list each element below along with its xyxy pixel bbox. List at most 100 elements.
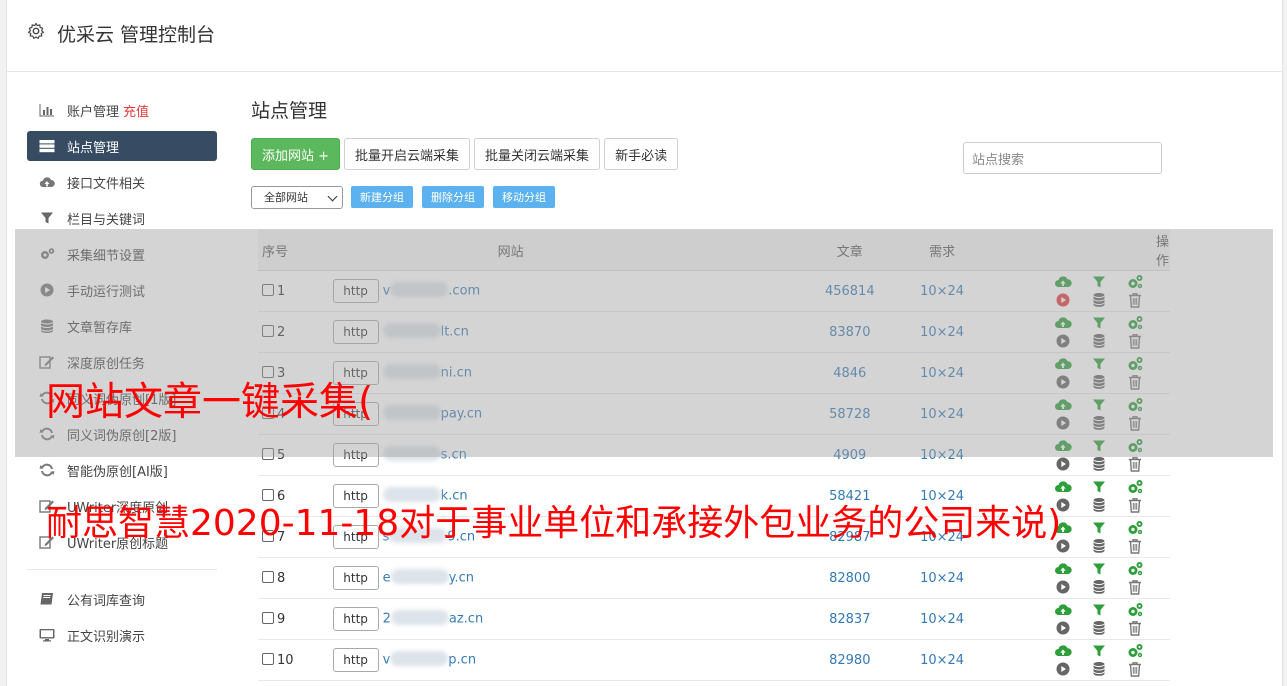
play-circle-icon[interactable] [1054, 332, 1072, 350]
site-domain-prefix[interactable]: e [383, 571, 391, 586]
filter-icon[interactable] [1090, 519, 1108, 537]
database-icon[interactable] [1090, 455, 1108, 473]
filter-icon[interactable] [1090, 396, 1108, 414]
sidebar-item-1[interactable]: 站点管理 [27, 131, 217, 161]
database-icon[interactable] [1090, 291, 1108, 309]
site-domain[interactable]: az.cn [449, 612, 483, 627]
batch-disable-button[interactable]: 批量关闭云端采集 [474, 138, 601, 170]
cogs-icon[interactable] [1126, 314, 1144, 332]
trash-icon[interactable] [1126, 578, 1144, 596]
row-checkbox[interactable] [262, 447, 274, 460]
row-checkbox[interactable] [262, 324, 274, 337]
article-count[interactable]: 82837 [803, 598, 897, 640]
database-icon[interactable] [1090, 414, 1108, 432]
protocol-badge[interactable]: http [332, 320, 379, 344]
cloud-upload-icon[interactable] [1054, 314, 1072, 332]
cloud-upload-icon[interactable] [1054, 355, 1072, 373]
demand-value[interactable]: 10×24 [896, 557, 988, 599]
site-domain[interactable]: s.cn [441, 448, 467, 463]
cloud-upload-icon[interactable] [1054, 437, 1072, 455]
play-circle-icon[interactable] [1054, 455, 1072, 473]
protocol-badge[interactable]: http [332, 566, 379, 590]
protocol-badge[interactable]: http [332, 607, 379, 631]
play-circle-icon[interactable] [1054, 291, 1072, 309]
site-search-input[interactable]: 站点搜索 [963, 142, 1162, 174]
protocol-badge[interactable]: http [332, 443, 379, 467]
filter-icon[interactable] [1090, 560, 1108, 578]
cogs-icon[interactable] [1126, 560, 1144, 578]
article-count[interactable]: 82800 [803, 557, 897, 599]
cogs-icon[interactable] [1126, 273, 1144, 291]
recharge-link[interactable]: 充值 [123, 101, 149, 120]
cloud-upload-icon[interactable] [1054, 273, 1072, 291]
sidebar-item-3[interactable]: 栏目与关键词 [27, 203, 217, 233]
site-domain[interactable]: pay.cn [441, 407, 483, 422]
demand-value[interactable]: 10×24 [896, 393, 988, 435]
delete-group-button[interactable]: 删除分组 [422, 186, 484, 208]
database-icon[interactable] [1090, 537, 1108, 555]
row-checkbox[interactable] [262, 611, 274, 624]
article-count[interactable]: 456814 [803, 270, 897, 312]
sidebar-item-5[interactable]: 手动运行测试 [27, 275, 217, 305]
play-circle-icon[interactable] [1054, 619, 1072, 637]
filter-icon[interactable] [1090, 273, 1108, 291]
protocol-badge[interactable]: http [332, 648, 379, 672]
site-domain[interactable]: ni.cn [441, 366, 472, 381]
database-icon[interactable] [1090, 619, 1108, 637]
filter-icon[interactable] [1090, 601, 1108, 619]
filter-icon[interactable] [1090, 642, 1108, 660]
site-domain-prefix[interactable]: v [383, 284, 391, 299]
trash-icon[interactable] [1126, 660, 1144, 678]
new-group-button[interactable]: 新建分组 [351, 186, 413, 208]
cogs-icon[interactable] [1126, 478, 1144, 496]
guide-button[interactable]: 新手必读 [604, 138, 679, 170]
add-site-button[interactable]: 添加网站 + [251, 138, 341, 170]
cloud-upload-icon[interactable] [1054, 642, 1072, 660]
filter-icon[interactable] [1090, 355, 1108, 373]
database-icon[interactable] [1090, 578, 1108, 596]
cogs-icon[interactable] [1126, 396, 1144, 414]
trash-icon[interactable] [1126, 414, 1144, 432]
demand-value[interactable]: 10×24 [896, 270, 988, 312]
filter-icon[interactable] [1090, 437, 1108, 455]
demand-value[interactable]: 10×24 [896, 311, 988, 353]
database-icon[interactable] [1090, 496, 1108, 514]
site-domain[interactable]: .com [448, 284, 480, 299]
demand-value[interactable]: 10×24 [896, 598, 988, 640]
sidebar-item-10[interactable]: 智能伪原创[AI版] [27, 455, 217, 485]
cogs-icon[interactable] [1126, 519, 1144, 537]
cogs-icon[interactable] [1126, 355, 1144, 373]
sidebar-item-6[interactable]: 文章暂存库 [27, 311, 217, 341]
cogs-icon[interactable] [1126, 601, 1144, 619]
play-circle-icon[interactable] [1054, 578, 1072, 596]
cogs-icon[interactable] [1126, 642, 1144, 660]
batch-enable-button[interactable]: 批量开启云端采集 [344, 138, 471, 170]
article-count[interactable]: 83870 [803, 311, 897, 353]
site-domain-prefix[interactable]: 2 [383, 612, 391, 627]
play-circle-icon[interactable] [1054, 373, 1072, 391]
row-checkbox[interactable] [262, 283, 274, 296]
trash-icon[interactable] [1126, 291, 1144, 309]
row-checkbox[interactable] [262, 570, 274, 583]
trash-icon[interactable] [1126, 496, 1144, 514]
article-count[interactable]: 58728 [803, 393, 897, 435]
article-count[interactable]: 82980 [803, 639, 897, 681]
row-checkbox[interactable] [262, 652, 274, 665]
sidebar-item-0[interactable]: 账户管理 充值 [27, 95, 217, 125]
trash-icon[interactable] [1126, 619, 1144, 637]
site-domain[interactable]: lt.cn [441, 325, 469, 340]
sidebar-item-14[interactable]: 正文识别演示 [27, 620, 217, 650]
play-circle-icon[interactable] [1054, 414, 1072, 432]
cloud-upload-icon[interactable] [1054, 396, 1072, 414]
cloud-upload-icon[interactable] [1054, 601, 1072, 619]
site-domain[interactable]: y.cn [449, 571, 474, 586]
play-circle-icon[interactable] [1054, 660, 1072, 678]
sidebar-item-13[interactable]: 公有词库查询 [27, 584, 217, 614]
cloud-upload-icon[interactable] [1054, 560, 1072, 578]
article-count[interactable]: 4846 [803, 352, 897, 394]
cogs-icon[interactable] [1126, 437, 1144, 455]
demand-value[interactable]: 10×24 [896, 639, 988, 681]
database-icon[interactable] [1090, 373, 1108, 391]
trash-icon[interactable] [1126, 455, 1144, 473]
trash-icon[interactable] [1126, 537, 1144, 555]
